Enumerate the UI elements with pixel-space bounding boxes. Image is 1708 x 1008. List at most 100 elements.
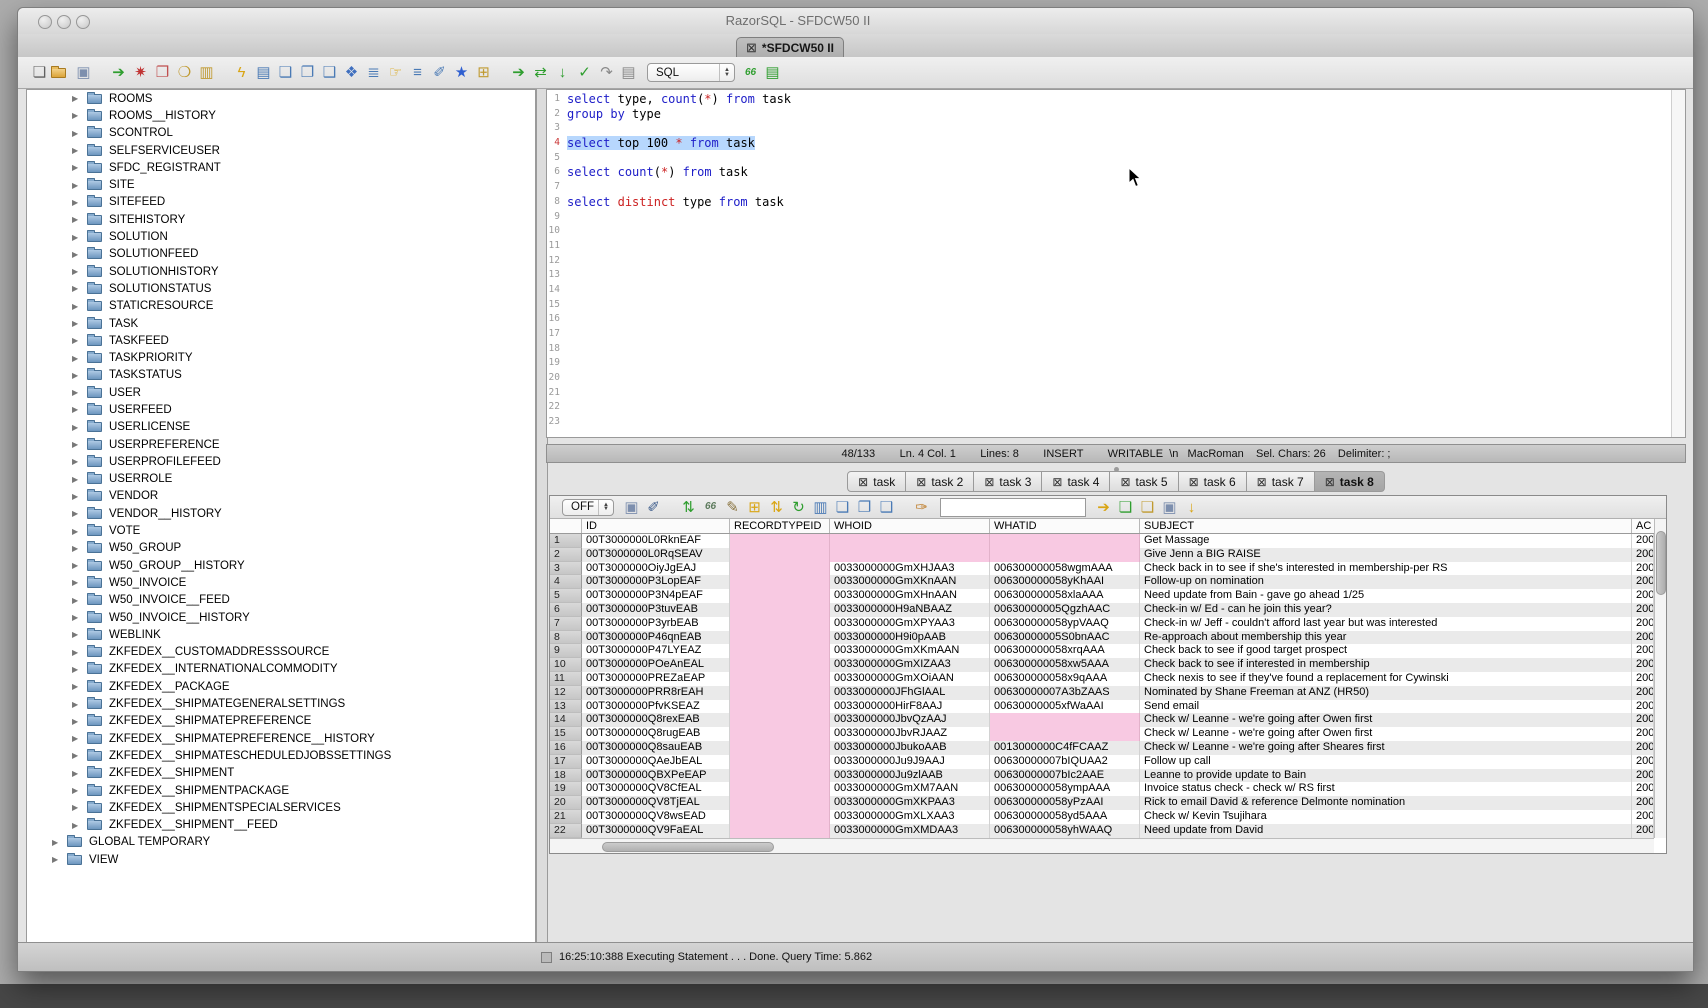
cell-recordtypeid[interactable] — [730, 810, 830, 824]
disclosure-triangle-icon[interactable]: ▶ — [72, 250, 87, 259]
find-next-icon[interactable]: ➔ — [1094, 498, 1113, 517]
table-row[interactable]: 1800T3000000QBXPeEAP0033000000Ju9zlAAB00… — [550, 769, 1654, 783]
cell-whoid[interactable]: 0033000000HirF8AAJ — [830, 700, 990, 714]
tree-item-userprofilefeed[interactable]: ▶USERPROFILEFEED — [27, 453, 535, 470]
stepper-icon[interactable]: ▲▼ — [598, 500, 613, 515]
row-number[interactable]: 22 — [550, 824, 582, 838]
tree-item-userrole[interactable]: ▶USERROLE — [27, 471, 535, 488]
column-header-id[interactable]: ID — [582, 519, 730, 533]
disclosure-triangle-icon[interactable]: ▶ — [72, 354, 87, 363]
sql-history-icon[interactable]: ▤ — [763, 63, 782, 82]
cell-recordtypeid[interactable] — [730, 589, 830, 603]
view-row-icon[interactable]: 66 — [701, 498, 720, 517]
cell-whatid[interactable]: 00630000005QgzhAAC — [990, 603, 1140, 617]
schema-tree-panel[interactable]: ▶ROOMS▶ROOMS__HISTORY▶SCONTROL▶SELFSERVI… — [26, 89, 536, 943]
query-builder-icon[interactable]: ▤ — [254, 63, 273, 82]
close-tab-icon[interactable]: ⊠ — [1052, 476, 1062, 488]
cell-recordtypeid[interactable] — [730, 713, 830, 727]
cell-id[interactable]: 00T3000000P46qnEAB — [582, 631, 730, 645]
cell-ac[interactable]: 200 — [1632, 796, 1654, 810]
table-row[interactable]: 2000T3000000QV8TjEAL0033000000GmXKPAA300… — [550, 796, 1654, 810]
result-tab-task-6[interactable]: ⊠task 6 — [1179, 471, 1247, 492]
row-number[interactable]: 21 — [550, 810, 582, 824]
cell-whoid[interactable]: 0033000000JbvQzAAJ — [830, 713, 990, 727]
cell-recordtypeid[interactable] — [730, 824, 830, 838]
tree-item-zkfedex-customaddresssource[interactable]: ▶ZKFEDEX__CUSTOMADDRESSSOURCE — [27, 644, 535, 661]
cell-whoid[interactable]: 0033000000GmXKnAAN — [830, 575, 990, 589]
tree-item-w50-group[interactable]: ▶W50_GROUP — [27, 540, 535, 557]
disclosure-triangle-icon[interactable]: ▶ — [72, 665, 87, 674]
title-bar[interactable]: RazorSQL - SFDCW50 II — [18, 8, 1693, 35]
cell-whatid[interactable] — [990, 534, 1140, 548]
cell-id[interactable]: 00T3000000QV8TjEAL — [582, 796, 730, 810]
tree-item-solutionstatus[interactable]: ▶SOLUTIONSTATUS — [27, 280, 535, 297]
cell-recordtypeid[interactable] — [730, 534, 830, 548]
tree-item-zkfedex-shipment-feed[interactable]: ▶ZKFEDEX__SHIPMENT__FEED — [27, 816, 535, 833]
cell-ac[interactable]: 200 — [1632, 644, 1654, 658]
cell-ac[interactable]: 200 — [1632, 575, 1654, 589]
cell-subject[interactable]: Check w/ Leanne - we're going after Shea… — [1140, 741, 1632, 755]
tree-item-zkfedex-shipmentspecialservices[interactable]: ▶ZKFEDEX__SHIPMENTSPECIALSERVICES — [27, 799, 535, 816]
disclosure-triangle-icon[interactable]: ▶ — [72, 682, 87, 691]
tree-item-user[interactable]: ▶USER — [27, 384, 535, 401]
cell-whoid[interactable]: 0033000000GmXKPAA3 — [830, 796, 990, 810]
format-sql-icon[interactable]: ≡ — [408, 63, 427, 82]
cell-ac[interactable]: 200 — [1632, 534, 1654, 548]
export-table-icon[interactable]: ❏ — [1116, 498, 1135, 517]
cell-recordtypeid[interactable] — [730, 603, 830, 617]
column-header-recordtypeid[interactable]: RECORDTYPEID — [730, 519, 830, 533]
editor-scrollbar[interactable] — [1671, 90, 1685, 437]
minimize-button[interactable] — [57, 15, 71, 29]
cell-recordtypeid[interactable] — [730, 562, 830, 576]
disclosure-triangle-icon[interactable]: ▶ — [72, 233, 87, 242]
tree-item-zkfedex-shipmatepreference[interactable]: ▶ZKFEDEX__SHIPMATEPREFERENCE — [27, 713, 535, 730]
cell-ac[interactable]: 200 — [1632, 672, 1654, 686]
cell-ac[interactable]: 200 — [1632, 658, 1654, 672]
cell-whoid[interactable] — [830, 534, 990, 548]
row-number[interactable]: 18 — [550, 769, 582, 783]
cell-subject[interactable]: Check back to see if good target prospec… — [1140, 644, 1632, 658]
download-data-icon[interactable]: ↓ — [1182, 498, 1201, 517]
cell-subject[interactable]: Need update from Bain - gave go ahead 1/… — [1140, 589, 1632, 603]
reload-table-icon[interactable]: ↻ — [789, 498, 808, 517]
result-tab-task-2[interactable]: ⊠task 2 — [906, 471, 974, 492]
cell-whatid[interactable]: 0013000000C4fFCAAZ — [990, 741, 1140, 755]
disclosure-triangle-icon[interactable]: ▶ — [72, 786, 87, 795]
cell-whatid[interactable]: 006300000058xw5AAA — [990, 658, 1140, 672]
stepper-icon[interactable]: ▲▼ — [719, 64, 734, 81]
disconnect-database-icon[interactable]: ✷ — [131, 63, 150, 82]
new-file-icon[interactable]: ❏ — [30, 63, 49, 82]
cell-subject[interactable]: Follow up call — [1140, 755, 1632, 769]
result-tab-task-8[interactable]: ⊠task 8 — [1315, 471, 1385, 492]
edit-cell-icon[interactable]: ✎ — [723, 498, 742, 517]
cell-whoid[interactable]: 0033000000GmXM7AAN — [830, 782, 990, 796]
generate-sql-icon[interactable]: ❑ — [320, 63, 339, 82]
tree-item-sfdc-registrant[interactable]: ▶SFDC_REGISTRANT — [27, 159, 535, 176]
cell-subject[interactable]: Rick to email David & reference Delmonte… — [1140, 796, 1632, 810]
cell-id[interactable]: 00T3000000PfvKSEAZ — [582, 700, 730, 714]
disclosure-triangle-icon[interactable]: ▶ — [72, 267, 87, 276]
row-number[interactable]: 3 — [550, 562, 582, 576]
cell-id[interactable]: 00T3000000P47LYEAZ — [582, 644, 730, 658]
column-header-ac[interactable]: AC — [1632, 519, 1654, 533]
cell-id[interactable]: 00T3000000QAeJbEAL — [582, 755, 730, 769]
row-number[interactable]: 5 — [550, 589, 582, 603]
disclosure-triangle-icon[interactable]: ▶ — [72, 181, 87, 190]
cell-whatid[interactable]: 006300000058yKhAAI — [990, 575, 1140, 589]
cell-subject[interactable]: Check w/ Leanne - we're going after Owen… — [1140, 727, 1632, 741]
table-row[interactable]: 400T3000000P3LopEAF0033000000GmXKnAAN006… — [550, 575, 1654, 589]
disclosure-triangle-icon[interactable]: ▶ — [52, 855, 67, 864]
cell-subject[interactable]: Nominated by Shane Freeman at ANZ (HR50) — [1140, 686, 1632, 700]
table-row[interactable]: 1200T3000000PRR8rEAH0033000000JFhGlAAL00… — [550, 686, 1654, 700]
row-number[interactable]: 11 — [550, 672, 582, 686]
row-number[interactable]: 14 — [550, 713, 582, 727]
row-number[interactable]: 2 — [550, 548, 582, 562]
disclosure-triangle-icon[interactable]: ▶ — [72, 336, 87, 345]
tree-item-taskfeed[interactable]: ▶TASKFEED — [27, 332, 535, 349]
cell-whoid[interactable]: 0033000000GmXPYAA3 — [830, 617, 990, 631]
cell-id[interactable]: 00T3000000L0RknEAF — [582, 534, 730, 548]
row-number[interactable]: 7 — [550, 617, 582, 631]
close-tab-icon[interactable]: ⊠ — [1325, 476, 1335, 488]
tree-item-vote[interactable]: ▶VOTE — [27, 522, 535, 539]
tree-item-w50-invoice-feed[interactable]: ▶W50_INVOICE__FEED — [27, 592, 535, 609]
